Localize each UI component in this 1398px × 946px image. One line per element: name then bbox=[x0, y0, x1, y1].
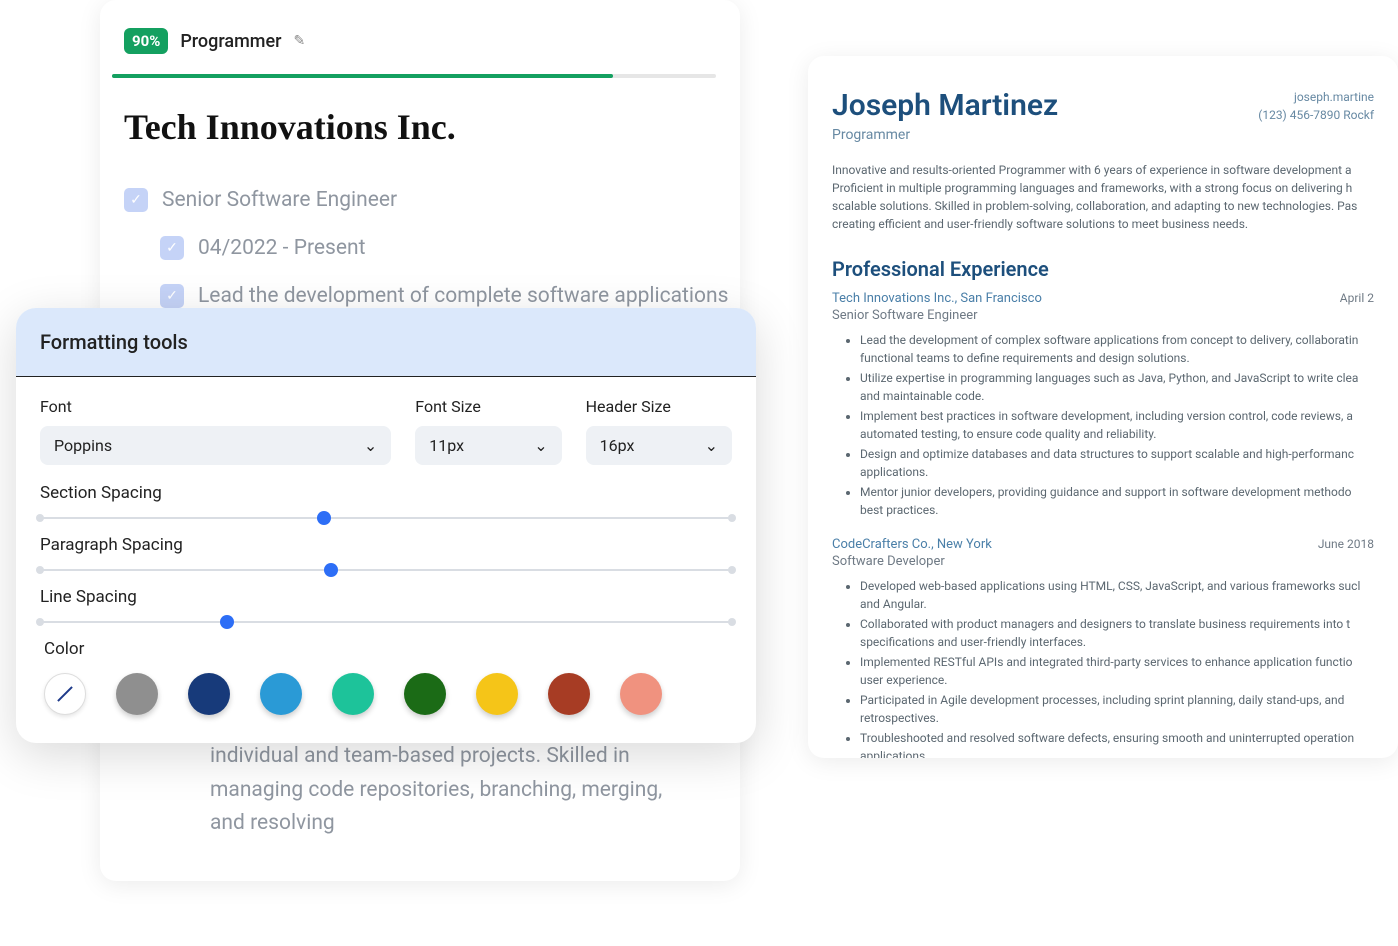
chevron-down-icon: ⌄ bbox=[364, 436, 377, 455]
editor-header: 90% Programmer ✎ bbox=[100, 0, 740, 62]
job-title: Software Developer bbox=[832, 554, 1374, 569]
company-title: Tech Innovations Inc. bbox=[100, 106, 740, 148]
resume-contact: joseph.martine (123) 456-7890 Rockf bbox=[1258, 88, 1374, 124]
job-bullet: Developed web-based applications using H… bbox=[860, 577, 1374, 613]
checkbox-icon[interactable]: ✓ bbox=[160, 236, 184, 260]
slider-thumb[interactable] bbox=[317, 511, 331, 525]
font-value: Poppins bbox=[54, 436, 112, 455]
color-swatch-teal[interactable] bbox=[332, 673, 374, 715]
section-spacing-label: Section Spacing bbox=[40, 483, 732, 503]
line-spacing-slider[interactable] bbox=[40, 621, 732, 623]
checkbox-icon[interactable]: ✓ bbox=[124, 188, 148, 212]
resume-phone: (123) 456-7890 Rockf bbox=[1258, 106, 1374, 124]
header-size-label: Header Size bbox=[586, 397, 732, 416]
completion-badge: 90% bbox=[124, 28, 168, 54]
checklist-item[interactable]: ✓ 04/2022 - Present bbox=[100, 224, 740, 272]
checklist-text: Senior Software Engineer bbox=[162, 188, 397, 212]
color-swatch-salmon[interactable] bbox=[620, 673, 662, 715]
font-size-select[interactable]: 11px ⌄ bbox=[415, 426, 561, 465]
formatting-title: Formatting tools bbox=[16, 308, 756, 377]
font-size-label: Font Size bbox=[415, 397, 561, 416]
checklist-text: 04/2022 - Present bbox=[198, 236, 365, 260]
job-title: Senior Software Engineer bbox=[832, 308, 1374, 323]
progress-bar bbox=[112, 74, 716, 78]
checklist-text: Lead the development of complete softwar… bbox=[198, 284, 728, 308]
job-date: June 2018 bbox=[1318, 537, 1374, 552]
color-swatch-blue[interactable] bbox=[260, 673, 302, 715]
color-swatch-brick[interactable] bbox=[548, 673, 590, 715]
paragraph-spacing-slider[interactable] bbox=[40, 569, 732, 571]
job-company: CodeCrafters Co., New York bbox=[832, 537, 992, 552]
edit-icon[interactable]: ✎ bbox=[293, 33, 305, 49]
job-bullet: Collaborated with product managers and d… bbox=[860, 615, 1374, 651]
paragraph-spacing-label: Paragraph Spacing bbox=[40, 535, 732, 555]
header-size-value: 16px bbox=[600, 436, 635, 455]
job-bullet: Mentor junior developers, providing guid… bbox=[860, 483, 1374, 519]
chevron-down-icon: ⌄ bbox=[534, 436, 547, 455]
resume-summary: Innovative and results-oriented Programm… bbox=[832, 161, 1374, 233]
resume-role: Programmer bbox=[832, 127, 1058, 143]
formatting-tools-panel: Formatting tools Font Poppins ⌄ Font Siz… bbox=[16, 308, 756, 743]
chevron-down-icon: ⌄ bbox=[705, 436, 718, 455]
job-bullet: Utilize expertise in programming languag… bbox=[860, 369, 1374, 405]
job-bullets: Developed web-based applications using H… bbox=[832, 577, 1374, 758]
job-bullet: Implemented RESTful APIs and integrated … bbox=[860, 653, 1374, 689]
job-bullet: Participated in Agile development proces… bbox=[860, 691, 1374, 727]
color-swatch-none[interactable] bbox=[44, 673, 86, 715]
job-bullet: Lead the development of complex software… bbox=[860, 331, 1374, 367]
color-swatch-gray[interactable] bbox=[116, 673, 158, 715]
color-swatch-yellow[interactable] bbox=[476, 673, 518, 715]
job-bullets: Lead the development of complex software… bbox=[832, 331, 1374, 519]
checklist-item[interactable]: ✓ Senior Software Engineer bbox=[100, 176, 740, 224]
resume-name: Joseph Martinez bbox=[832, 88, 1058, 123]
job-bullet: Troubleshooted and resolved software def… bbox=[860, 729, 1374, 758]
color-label: Color bbox=[44, 639, 732, 659]
resume-preview: Joseph Martinez Programmer joseph.martin… bbox=[808, 56, 1398, 758]
job-bullet: Implement best practices in software dev… bbox=[860, 407, 1374, 443]
job-date: April 2 bbox=[1340, 291, 1374, 306]
color-swatch-row bbox=[40, 673, 732, 715]
checkbox-icon[interactable]: ✓ bbox=[160, 284, 184, 308]
job-block: Tech Innovations Inc., San Francisco Apri… bbox=[832, 291, 1374, 519]
job-company: Tech Innovations Inc., San Francisco bbox=[832, 291, 1042, 306]
font-size-value: 11px bbox=[429, 436, 464, 455]
line-spacing-label: Line Spacing bbox=[40, 587, 732, 607]
section-spacing-slider[interactable] bbox=[40, 517, 732, 519]
slider-thumb[interactable] bbox=[324, 563, 338, 577]
font-select[interactable]: Poppins ⌄ bbox=[40, 426, 391, 465]
job-bullet: Design and optimize databases and data s… bbox=[860, 445, 1374, 481]
trailing-paragraph: individual and team-based projects. Skil… bbox=[100, 740, 740, 841]
font-label: Font bbox=[40, 397, 391, 416]
resume-email: joseph.martine bbox=[1258, 88, 1374, 106]
resume-section-title: Professional Experience bbox=[832, 257, 1374, 281]
header-size-select[interactable]: 16px ⌄ bbox=[586, 426, 732, 465]
color-swatch-navy[interactable] bbox=[188, 673, 230, 715]
job-block: CodeCrafters Co., New York June 2018 Softw… bbox=[832, 537, 1374, 758]
slider-thumb[interactable] bbox=[220, 615, 234, 629]
progress-fill bbox=[112, 74, 613, 78]
role-label[interactable]: Programmer bbox=[180, 31, 281, 52]
color-swatch-green[interactable] bbox=[404, 673, 446, 715]
